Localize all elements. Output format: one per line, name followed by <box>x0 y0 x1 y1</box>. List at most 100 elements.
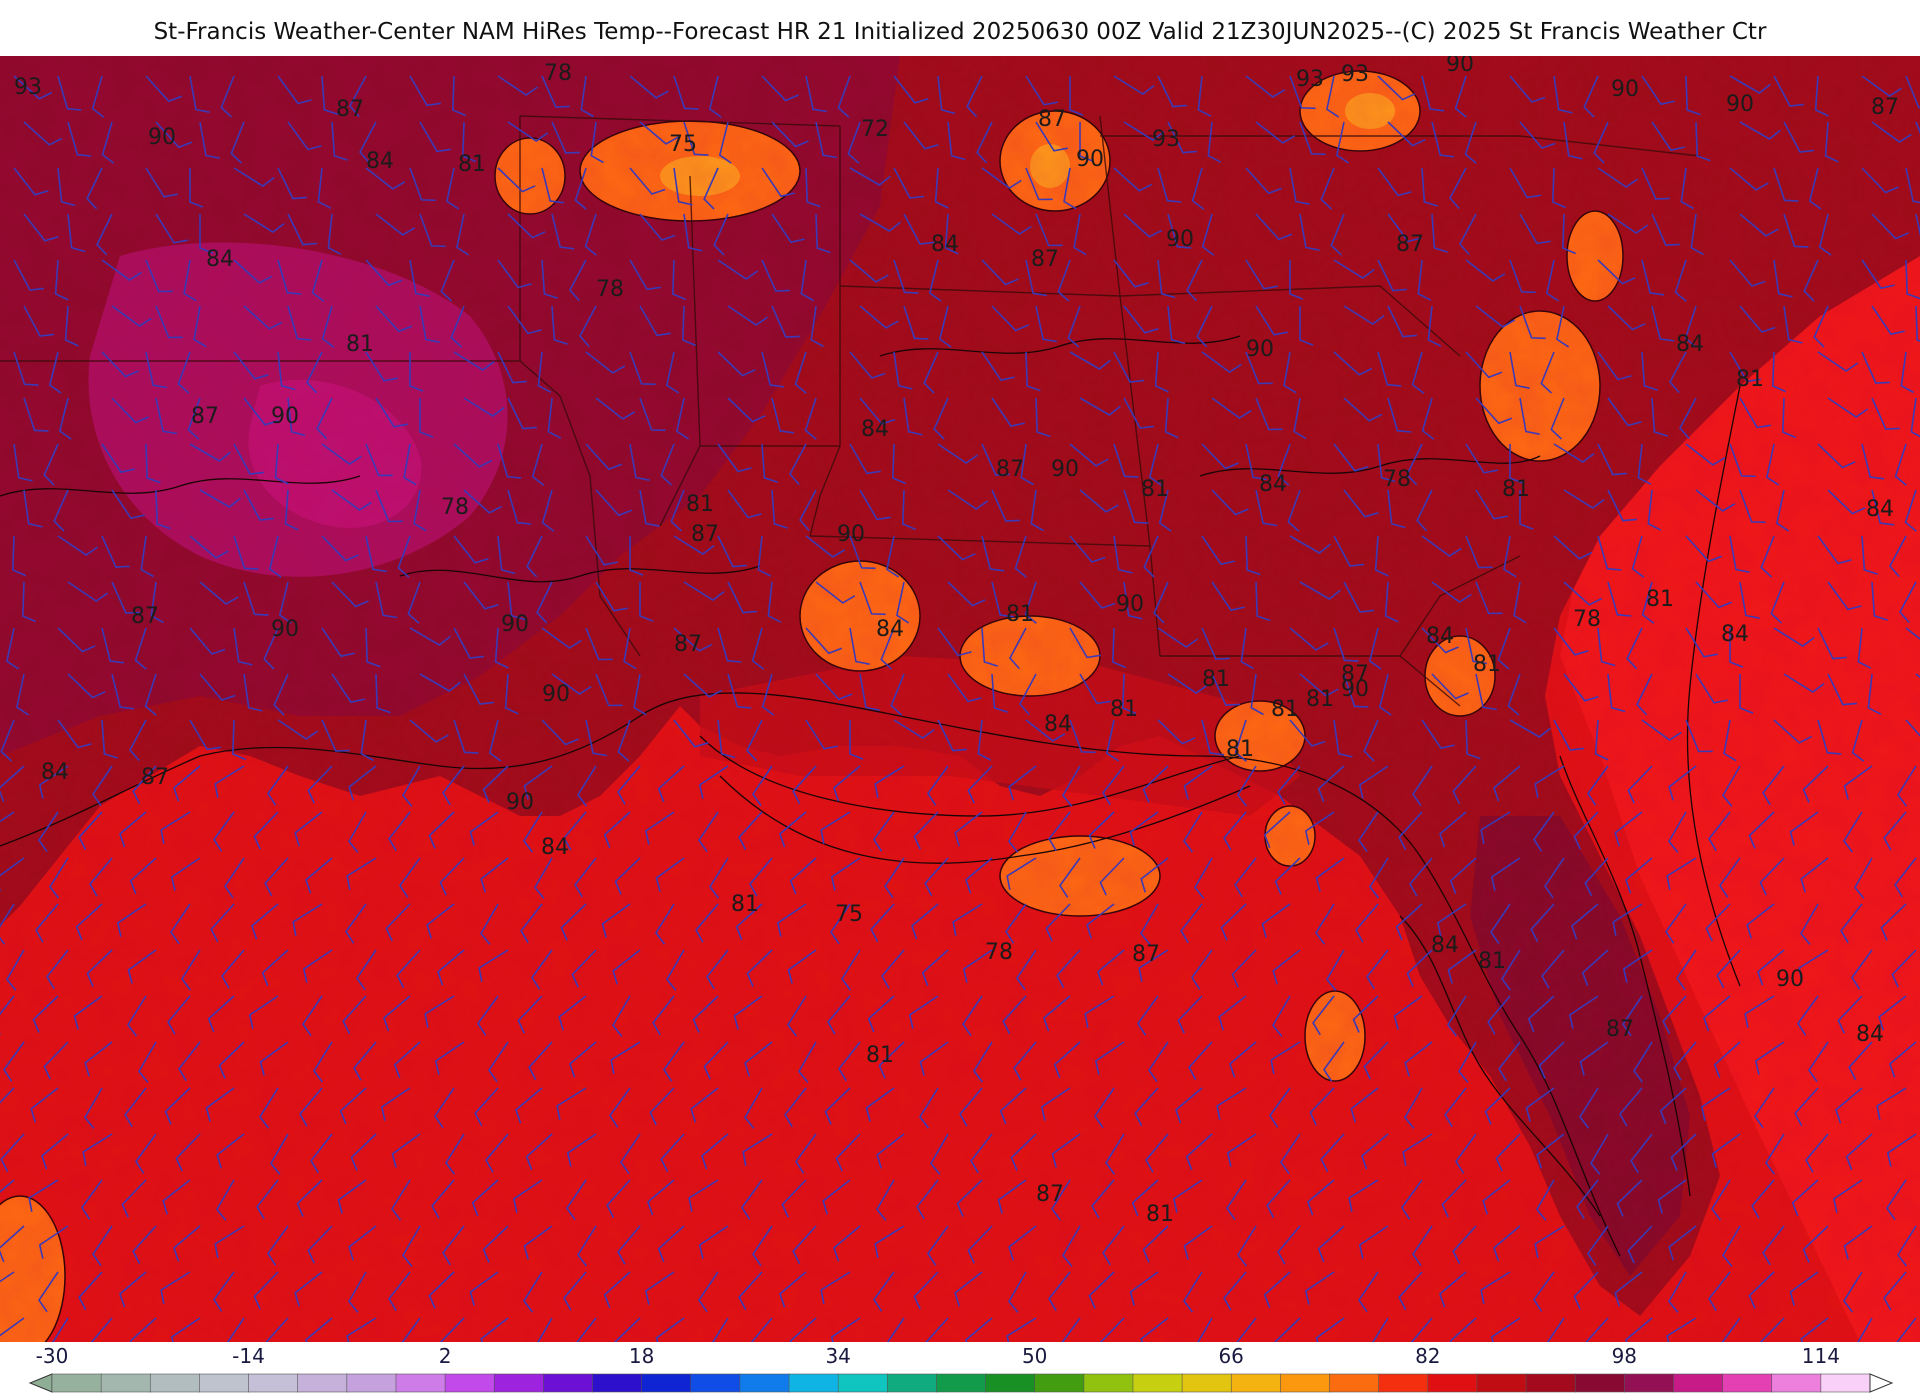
colorbar-tick-label: 66 <box>1218 1344 1244 1368</box>
contour-label: 87 <box>141 765 169 790</box>
contour-label: 84 <box>1259 472 1287 497</box>
colorbar-swatch <box>1230 1373 1282 1393</box>
colorbar-swatch <box>346 1373 397 1393</box>
contour-label: 84 <box>1044 712 1072 737</box>
contour-label: 84 <box>1866 497 1894 522</box>
colorbar-swatch <box>1427 1373 1478 1393</box>
colorbar-swatch <box>1624 1373 1675 1393</box>
contour-label: 84 <box>1721 622 1749 647</box>
colorbar-swatch <box>1771 1373 1822 1393</box>
colorbar-max-arrow <box>1869 1373 1894 1393</box>
contour-label: 90 <box>1051 457 1079 482</box>
colorbar-swatch <box>788 1373 839 1393</box>
contour-label: 78 <box>985 940 1013 965</box>
contour-label: 84 <box>931 232 959 257</box>
contour-label: 90 <box>148 125 176 150</box>
contour-label: 81 <box>1646 587 1674 612</box>
colorbar-swatch <box>592 1373 643 1393</box>
colorbar-swatch <box>100 1373 152 1393</box>
contour-label: 84 <box>1856 1022 1884 1047</box>
map-title: St-Francis Weather-Center NAM HiRes Temp… <box>0 0 1920 56</box>
contour-label: 72 <box>861 117 889 142</box>
colorbar-swatch <box>739 1373 790 1393</box>
colorbar-swatch <box>985 1373 1036 1393</box>
contour-label: 87 <box>1871 95 1899 120</box>
contour-label: 81 <box>1306 687 1334 712</box>
contour-label: 81 <box>1271 697 1299 722</box>
contour-label: 81 <box>1141 477 1169 502</box>
contour-label: 81 <box>1006 602 1034 627</box>
contour-label: 87 <box>674 632 702 657</box>
contour-label: 87 <box>691 522 719 547</box>
colorbar-swatch <box>1722 1373 1773 1393</box>
colorbar-swatch <box>837 1373 889 1393</box>
contour-label: 87 <box>131 604 159 629</box>
contour-label: 90 <box>542 682 570 707</box>
colorbar-tick-label: 82 <box>1415 1344 1441 1368</box>
colorbar <box>28 1373 1894 1393</box>
contour-label: 87 <box>1038 107 1066 132</box>
contour-label: 81 <box>1146 1202 1174 1227</box>
colorbar-swatch <box>1673 1373 1724 1393</box>
contour-label: 90 <box>506 790 534 815</box>
colorbar-swatch <box>297 1373 348 1393</box>
colorbar-tick-label: 18 <box>628 1344 655 1368</box>
colorbar-swatch <box>690 1373 741 1393</box>
contour-label: 84 <box>366 149 394 174</box>
colorbar-swatch <box>1181 1373 1233 1393</box>
colorbar-swatch <box>1083 1373 1134 1393</box>
contour-label: 84 <box>876 617 904 642</box>
colorbar-swatch <box>51 1373 102 1393</box>
contour-label: 84 <box>41 760 69 785</box>
contour-label: 81 <box>346 332 374 357</box>
contour-label: 78 <box>1383 467 1411 492</box>
colorbar-tick-label: -14 <box>232 1344 265 1368</box>
contour-label: 93 <box>1152 127 1180 152</box>
colorbar-swatch <box>1280 1373 1331 1393</box>
contour-label: 78 <box>544 61 572 86</box>
contour-label: 81 <box>1478 949 1506 974</box>
contour-label: 84 <box>541 835 569 860</box>
colorbar-swatch <box>1034 1373 1085 1393</box>
temperature-map: 93 90 87 84 81 78 75 72 87 90 93 93 93 90 90 90 87 84 81 78… <box>0 56 1920 1342</box>
contour-label: 93 <box>1341 62 1369 87</box>
colorbar-tick-label: 34 <box>825 1344 851 1368</box>
contour-label: 90 <box>1611 77 1639 102</box>
colorbar-tick-label: 98 <box>1611 1344 1638 1368</box>
contour-label: 90 <box>837 522 865 547</box>
contour-label: 84 <box>1431 933 1459 958</box>
contour-label: 75 <box>835 902 863 927</box>
colorbar-swatch <box>395 1373 446 1393</box>
contour-label: 81 <box>1736 367 1764 392</box>
contour-label: 78 <box>441 495 469 520</box>
colorbar-swatch <box>199 1373 250 1393</box>
colorbar-tick-label: 114 <box>1801 1344 1840 1368</box>
colorbar-swatch <box>641 1373 692 1393</box>
contour-label: 87 <box>1606 1017 1634 1042</box>
contour-label: 90 <box>1776 967 1804 992</box>
contour-label: 81 <box>458 152 486 177</box>
colorbar-tick-label: 2 <box>438 1344 452 1368</box>
colorbar-tick-label: -30 <box>35 1344 69 1368</box>
colorbar-swatch <box>1574 1373 1626 1393</box>
contour-label: 81 <box>1226 737 1254 762</box>
colorbar-swatch <box>1329 1373 1380 1393</box>
contour-label: 90 <box>1166 227 1194 252</box>
contour-label: 87 <box>191 404 219 429</box>
colorbar-swatch <box>886 1373 938 1393</box>
contour-label: 81 <box>1202 667 1230 692</box>
contour-label: 81 <box>1110 697 1138 722</box>
contour-label: 90 <box>501 612 529 637</box>
colorbar-swatch <box>248 1373 299 1393</box>
contour-label: 90 <box>1341 677 1369 702</box>
contour-label: 81 <box>1502 477 1530 502</box>
contour-label: 93 <box>14 75 42 100</box>
contour-label: 90 <box>271 617 299 642</box>
contour-label: 78 <box>1573 607 1601 632</box>
colorbar-swatch <box>1378 1373 1429 1393</box>
contour-label: 78 <box>596 277 624 302</box>
colorbar-swatch <box>936 1373 987 1393</box>
colorbar-swatch <box>149 1373 201 1393</box>
contour-label: 90 <box>1726 92 1754 117</box>
contour-label: 84 <box>1676 332 1704 357</box>
